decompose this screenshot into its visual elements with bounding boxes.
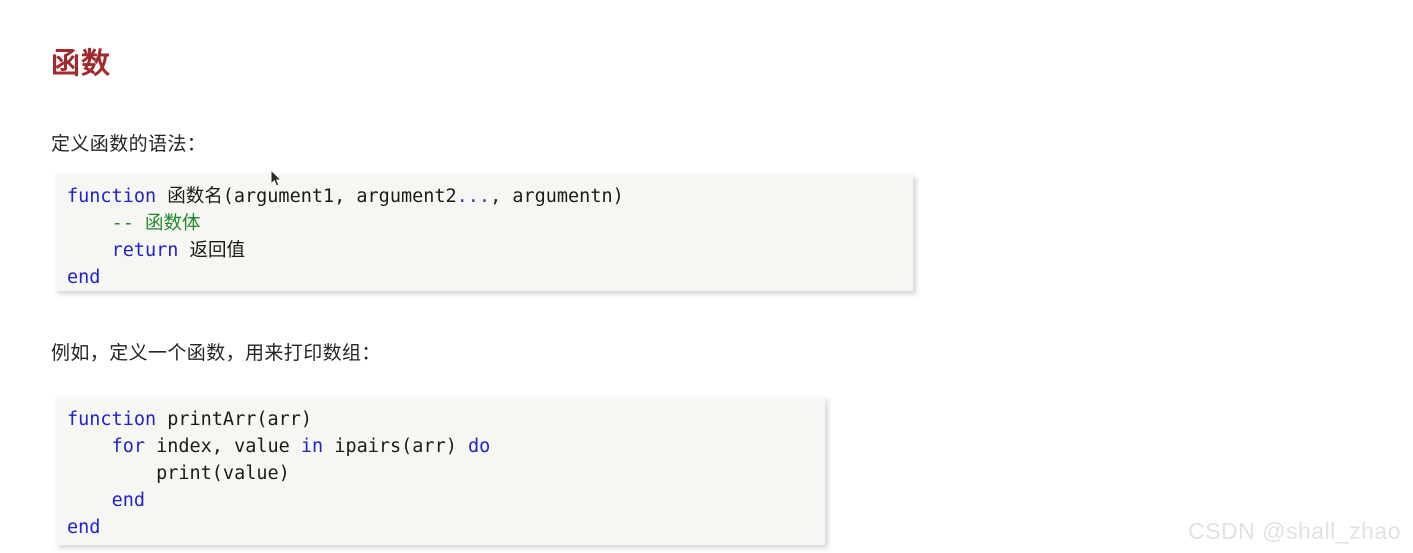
code-line: return 返回值	[55, 237, 913, 264]
code-token-keyword: end	[67, 266, 101, 288]
code-token-plain: 返回值	[178, 239, 246, 261]
page-title: 函数	[51, 48, 112, 81]
code-token-plain: printArr(arr)	[156, 408, 313, 430]
code-token-plain: index, value	[144, 435, 301, 457]
code-block-function-definition-syntax[interactable]: function 函数名(argument1, argument2..., ar…	[55, 173, 913, 291]
article-page: 函数 定义函数的语法： function 函数名(argument1, argu…	[0, 0, 1413, 553]
code-token-comment: -- 函数体	[111, 212, 201, 234]
code-token-keyword: for	[111, 435, 145, 457]
code-token-keyword: do	[468, 435, 491, 457]
code-token-plain: ipairs(arr)	[323, 435, 468, 457]
code-block-print-array-example[interactable]: function printArr(arr) for index, value …	[55, 396, 825, 545]
code-line: end	[55, 487, 825, 514]
code-token-keyword: in	[300, 435, 324, 457]
code-token-keyword: function	[67, 408, 157, 430]
example-intro-paragraph: 例如，定义一个函数，用来打印数组：	[51, 343, 381, 364]
code-line: function printArr(arr)	[55, 406, 825, 433]
code-line: for index, value in ipairs(arr) do	[55, 433, 825, 460]
code-token-punctuation: ...	[456, 185, 491, 207]
code-token-keyword: return	[111, 239, 179, 261]
code-line: -- 函数体	[55, 210, 913, 237]
watermark: CSDN @shall_zhao	[1188, 518, 1401, 544]
code-token-plain: 函数名(argument1, argument2	[156, 185, 457, 207]
code-line: print(value)	[55, 460, 825, 487]
syntax-intro-paragraph: 定义函数的语法：	[51, 134, 207, 155]
code-line: end	[55, 514, 825, 541]
code-token-keyword: end	[67, 516, 101, 538]
code-line: end	[55, 264, 913, 291]
code-token-plain: , argumentn)	[490, 185, 624, 207]
code-token-plain: print(value)	[67, 462, 290, 484]
code-token-keyword: end	[111, 489, 145, 511]
code-token-keyword: function	[67, 185, 157, 207]
code-line: function 函数名(argument1, argument2..., ar…	[55, 183, 913, 210]
